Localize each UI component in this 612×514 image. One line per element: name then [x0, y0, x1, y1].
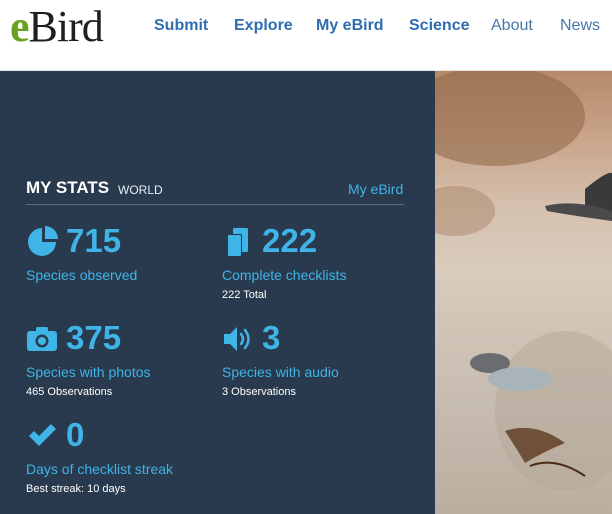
- ebird-logo[interactable]: eBird: [10, 2, 104, 52]
- species-observed-count: 715: [66, 222, 122, 259]
- stat-complete-checklists[interactable]: 222 Complete checklists 222 Total: [222, 222, 402, 316]
- nav-submit[interactable]: Submit: [154, 16, 208, 36]
- best-streak: Best streak: 10 days: [26, 483, 126, 495]
- species-with-photos-count: 375: [66, 319, 122, 356]
- nav-news[interactable]: News: [560, 16, 600, 36]
- stats-title: MY STATS: [26, 178, 110, 197]
- stat-species-with-audio[interactable]: 3 Species with audio 3 Observations: [222, 319, 402, 413]
- complete-checklists-count: 222: [262, 222, 318, 259]
- checklist-streak-label: Days of checklist streak: [26, 461, 174, 477]
- stat-species-with-photos[interactable]: 375 Species with photos 465 Observations: [26, 319, 206, 413]
- stat-checklist-streak[interactable]: 0 Days of checklist streak Best streak: …: [26, 416, 206, 510]
- camera-icon: [26, 323, 58, 355]
- stats-divider: [26, 204, 404, 205]
- stats-scope: WORLD: [118, 183, 163, 197]
- stat-species-observed[interactable]: 715 Species observed: [26, 222, 206, 316]
- logo-bird: Bird: [28, 2, 104, 51]
- species-icon: [26, 226, 58, 258]
- audio-observations: 3 Observations: [222, 386, 296, 398]
- logo-e: e: [10, 2, 30, 51]
- audio-icon: [222, 323, 254, 355]
- species-with-photos-label: Species with photos: [26, 364, 151, 380]
- complete-checklists-label: Complete checklists: [222, 267, 347, 283]
- checklists-icon: [222, 226, 254, 258]
- my-ebird-link[interactable]: My eBird: [348, 181, 403, 197]
- nav-about[interactable]: About: [491, 16, 533, 36]
- checkmark-icon: [26, 420, 58, 452]
- nav-explore[interactable]: Explore: [234, 16, 293, 36]
- hero-photo: [435, 71, 612, 514]
- complete-checklists-total: 222 Total: [222, 289, 267, 301]
- species-with-audio-count: 3: [262, 319, 281, 356]
- photo-observations: 465 Observations: [26, 386, 113, 398]
- species-observed-label: Species observed: [26, 267, 138, 283]
- species-with-audio-label: Species with audio: [222, 364, 339, 380]
- nav-my-ebird[interactable]: My eBird: [316, 16, 384, 36]
- site-header: eBird Submit Explore My eBird Science Ab…: [0, 0, 612, 71]
- checklist-streak-count: 0: [66, 416, 85, 453]
- nav-science[interactable]: Science: [409, 16, 469, 36]
